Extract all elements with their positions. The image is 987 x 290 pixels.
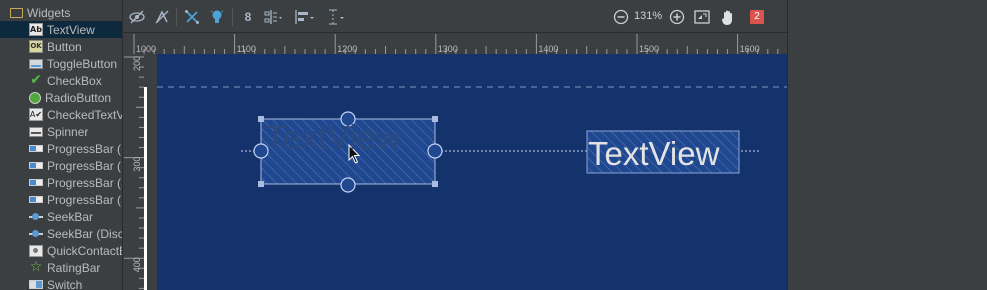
rating-bar-icon: ☆ <box>29 259 43 275</box>
progressbar-icon <box>29 145 43 152</box>
ruler-label: 1100 <box>237 44 256 54</box>
palette-item[interactable]: ProgressBar (Horizontal) <box>0 191 122 208</box>
show-constraints-icon[interactable] <box>128 8 146 26</box>
palette-item-label: ToggleButton <box>47 56 118 71</box>
infer-constraints-icon[interactable] <box>208 8 226 26</box>
resize-handle-top-right[interactable] <box>432 116 438 122</box>
textview-second-text: TextView <box>588 135 720 172</box>
palette-item-label: SeekBar <box>47 209 94 224</box>
align-icon[interactable] <box>293 8 317 26</box>
palette-item[interactable]: ProgressBar (Small) <box>0 174 122 191</box>
quick-contact-icon <box>29 244 43 257</box>
zoom-level: 131% <box>634 10 663 22</box>
palette-item[interactable]: RadioButton <box>0 89 122 106</box>
palette-item[interactable]: ProgressBar (Normal) <box>0 157 122 174</box>
ruler-label: 400 <box>132 257 142 272</box>
ruler-label: 1300 <box>438 44 458 54</box>
device-screen[interactable]: TextView TextView <box>157 54 787 290</box>
palette-item[interactable]: Spinner <box>0 123 122 140</box>
palette-item-label: SeekBar (Discrete) <box>47 226 123 241</box>
textview-selected-text: TextView <box>265 119 401 157</box>
palette-item[interactable]: ToggleButton <box>0 55 122 72</box>
palette-item-label: ProgressBar (Normal) <box>47 158 122 173</box>
palette-item-label: ProgressBar (Horizontal) <box>47 192 122 207</box>
resize-handle-bottom-left[interactable] <box>258 181 264 187</box>
autoconnect-icon[interactable] <box>153 8 171 26</box>
ruler-label: 1200 <box>337 44 357 54</box>
widget-palette: Widgets Ab TextView OK Button ToggleButton ✔ C… <box>0 0 123 290</box>
resize-handle-top-left[interactable] <box>258 116 264 122</box>
ruler-label: 1600 <box>740 44 760 54</box>
palette-item[interactable]: SeekBar (Discrete) <box>0 225 123 242</box>
checked-textview-icon: A✔ <box>29 108 43 121</box>
palette-item[interactable]: Switch <box>0 276 122 290</box>
anchor-right[interactable] <box>427 143 443 159</box>
palette-item-label: Button <box>47 39 82 54</box>
side-panel <box>787 0 987 290</box>
progressbar-icon <box>29 179 43 186</box>
design-canvas[interactable]: TextView TextView <box>144 54 787 290</box>
zoom-in-icon[interactable] <box>668 8 686 26</box>
palette-item-label: Switch <box>47 277 83 290</box>
guidelines-icon[interactable] <box>325 8 347 26</box>
resize-handle-bottom-right[interactable] <box>432 181 438 187</box>
layout-editor: Widgets Ab TextView OK Button ToggleButton ✔ C… <box>0 0 987 290</box>
zoom-out-icon[interactable] <box>612 8 630 26</box>
palette-item[interactable]: ☆ RatingBar <box>0 259 122 276</box>
palette-item-label: QuickContactBadge <box>47 243 122 258</box>
anchor-bottom[interactable] <box>340 177 356 193</box>
palette-item-label: CheckBox <box>47 73 102 88</box>
pan-icon[interactable] <box>719 8 737 26</box>
ruler-label: 1500 <box>639 44 659 54</box>
textview-icon: Ab <box>29 23 43 36</box>
progressbar-icon <box>29 196 43 203</box>
ruler-label: 200 <box>132 56 142 71</box>
ruler-label: 300 <box>132 157 142 172</box>
palette-item[interactable]: QuickContactBadge <box>0 242 122 259</box>
folder-icon <box>9 6 23 19</box>
ruler-label: 1400 <box>538 44 558 54</box>
design-toolbar: 8 131% 2 <box>124 0 787 33</box>
palette-item[interactable]: SeekBar <box>0 208 122 225</box>
palette-item-label: ProgressBar (Large) <box>47 141 122 156</box>
palette-item[interactable]: ✔ CheckBox <box>0 72 122 89</box>
palette-item-label: RadioButton <box>45 90 112 105</box>
zoom-to-fit-icon[interactable] <box>693 8 711 26</box>
default-margins-value[interactable]: 8 <box>241 8 255 26</box>
progressbar-icon <box>29 162 43 169</box>
radio-button-icon <box>29 91 41 104</box>
error-badge[interactable]: 2 <box>750 10 764 24</box>
palette-item[interactable]: OK Button <box>0 38 122 55</box>
pack-icon[interactable] <box>263 8 285 26</box>
toggle-button-icon <box>29 58 43 69</box>
palette-item-label: ProgressBar (Small) <box>47 175 122 190</box>
palette-section-widgets[interactable]: Widgets <box>0 4 122 21</box>
seekbar-icon <box>29 212 43 221</box>
horizontal-ruler: 1000 1100 1200 1300 1400 1500 1600 <box>124 34 787 54</box>
palette-item-label: Spinner <box>47 124 89 139</box>
palette-item-label: RatingBar <box>47 260 101 275</box>
button-icon: OK <box>29 40 43 53</box>
palette-item-label: TextView <box>47 22 95 37</box>
switch-icon <box>29 280 43 289</box>
palette-item[interactable]: Ab TextView <box>0 21 122 38</box>
palette-item[interactable]: ProgressBar (Large) <box>0 140 122 157</box>
seekbar-icon <box>29 229 43 238</box>
palette-item-label: CheckedTextView <box>47 107 122 122</box>
vertical-ruler: 200 300 400 <box>124 54 144 290</box>
palette-section-title: Widgets <box>27 5 71 20</box>
screen-edge-line <box>144 87 147 290</box>
checkbox-icon: ✔ <box>30 72 42 88</box>
clear-constraints-icon[interactable] <box>183 8 201 26</box>
ruler-label: 1000 <box>136 44 156 54</box>
palette-item[interactable]: A✔ CheckedTextView <box>0 106 122 123</box>
spinner-icon <box>29 126 43 137</box>
